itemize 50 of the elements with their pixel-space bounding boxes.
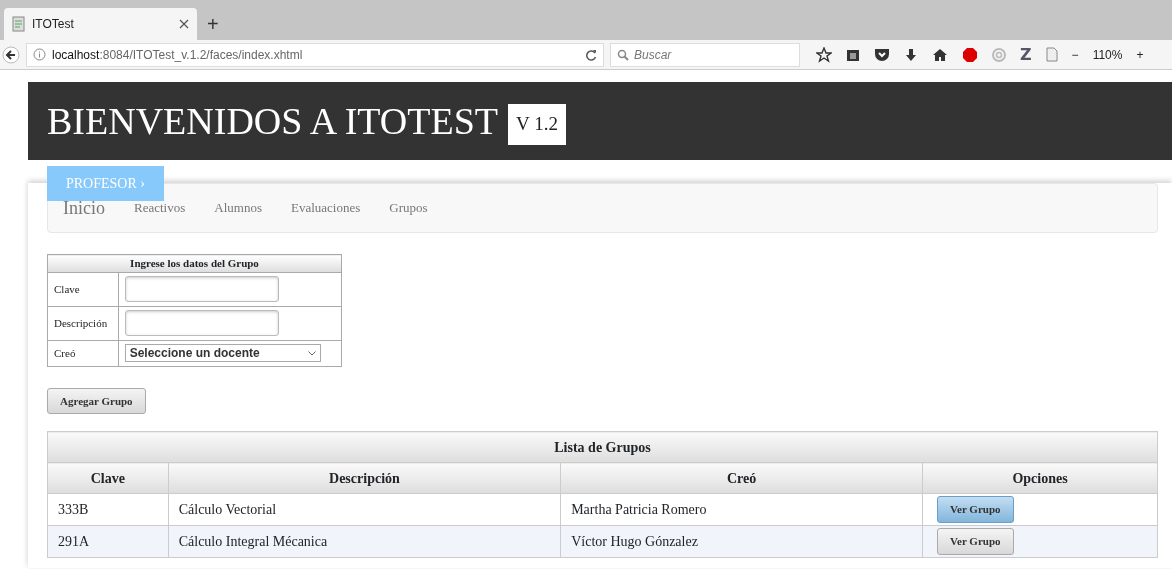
table-cell: Cálculo Integral Mécanica	[168, 525, 561, 558]
caret-icon	[307, 350, 316, 356]
pocket-icon[interactable]	[874, 47, 890, 62]
field-label: Descripción	[47, 306, 119, 340]
view-group-button[interactable]: Ver Grupo	[937, 528, 1014, 555]
home-icon[interactable]	[932, 47, 948, 62]
input-field[interactable]	[124, 310, 279, 336]
zoom-in-button[interactable]: +	[1136, 45, 1144, 64]
table-cell: Cálculo Vectorial	[168, 493, 561, 526]
nav-link[interactable]: Reactivos	[134, 198, 186, 218]
info-icon	[33, 48, 46, 61]
search-field[interactable]: Buscar	[610, 42, 800, 67]
field-label: Creó	[47, 340, 119, 366]
column-header: Descripción	[168, 462, 561, 494]
field-label: Clave	[47, 272, 119, 306]
download-icon[interactable]	[904, 47, 918, 62]
z-button[interactable]: Z	[1020, 42, 1032, 67]
table-cell: Martha Patricia Romero	[560, 493, 923, 526]
table-cell: 333B	[47, 493, 169, 526]
input-field[interactable]	[124, 276, 279, 302]
address-bar[interactable]: localhost:8084/ITOTest_v.1.2/faces/index.xhtml	[26, 42, 604, 67]
form-title: Ingrese los datos del Grupo	[47, 254, 342, 272]
back-icon[interactable]	[2, 45, 20, 64]
reload-icon[interactable]	[585, 48, 597, 61]
clipboard-icon[interactable]	[846, 47, 860, 62]
stop-sign-icon[interactable]	[962, 46, 978, 63]
zoom-level: 110%	[1092, 46, 1123, 64]
dropdown[interactable]: Seleccione un docente	[124, 344, 321, 362]
column-header: Creó	[560, 462, 923, 494]
nav-link[interactable]: Alumnos	[214, 198, 262, 218]
view-group-button[interactable]: Ver Grupo	[937, 496, 1014, 523]
column-header: Opciones	[922, 462, 1158, 494]
table-cell: Víctor Hugo Gónzalez	[560, 525, 923, 558]
nav-link[interactable]: Evaluaciones	[290, 198, 361, 218]
version-label: V 1.2	[508, 104, 566, 145]
table-caption: Lista de Grupos	[47, 431, 1158, 463]
search-icon	[617, 48, 629, 61]
url-text: localhost:8084/ITOTest_v.1.2/faces/index.xhtml	[52, 46, 304, 64]
zoom-out-button[interactable]: −	[1071, 45, 1079, 64]
browser-tab[interactable]: ITOTest	[4, 8, 197, 40]
tab-title: ITOTest	[32, 16, 75, 33]
column-header: Clave	[47, 462, 169, 494]
table-cell: 291A	[47, 525, 169, 558]
star-icon[interactable]	[816, 46, 832, 63]
add-group-button[interactable]: Agregar Grupo	[47, 387, 146, 414]
page-title: BIENVENIDOS A ITOTEST	[47, 100, 499, 142]
page-icon	[12, 16, 26, 32]
nav-link[interactable]: Grupos	[389, 198, 428, 218]
close-icon[interactable]	[179, 19, 189, 29]
new-tab-button[interactable]: +	[207, 14, 219, 40]
